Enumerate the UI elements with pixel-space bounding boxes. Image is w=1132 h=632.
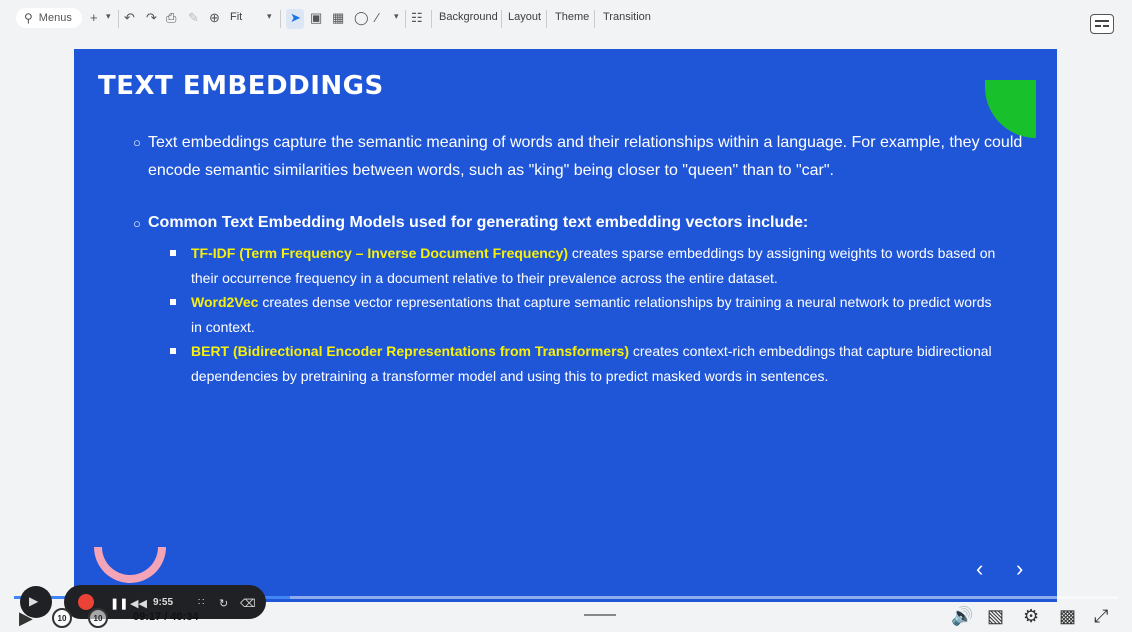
- playback-time: 09:17 / 40:34: [133, 611, 199, 623]
- toolbar-divider: [546, 10, 547, 28]
- redo-icon[interactable]: ↷: [146, 10, 157, 26]
- list-item-text: creates dense vector representations tha…: [191, 294, 992, 335]
- toolbar-divider: [431, 10, 432, 28]
- video-camera-icon: ▶: [29, 594, 39, 608]
- picture-in-picture-icon[interactable]: ▩: [1059, 606, 1076, 627]
- trash-icon[interactable]: ⌫: [240, 597, 256, 610]
- intro-paragraph: ○ Text embeddings capture the semantic m…: [133, 129, 1028, 185]
- undo-icon[interactable]: ↶: [124, 10, 135, 26]
- captions-icon[interactable]: [1090, 14, 1114, 34]
- slide-canvas[interactable]: TEXT EMBEDDINGS ○ Text embeddings captur…: [74, 49, 1057, 602]
- background-button[interactable]: Background: [439, 11, 498, 23]
- list-item: TF-IDF (Term Frequency – Inverse Documen…: [170, 241, 1001, 291]
- new-slide-dropdown-icon[interactable]: ▾: [106, 11, 111, 22]
- fullscreen-icon[interactable]: ⤢: [1094, 606, 1108, 627]
- line-icon[interactable]: ∕: [376, 10, 378, 25]
- toolbar-divider: [405, 10, 406, 28]
- settings-gear-icon[interactable]: ⚙: [1023, 606, 1039, 627]
- toolbar-divider: [501, 10, 502, 28]
- menu-search-label: Menus: [38, 12, 72, 24]
- drag-handle[interactable]: [584, 614, 616, 616]
- theme-button[interactable]: Theme: [555, 11, 589, 23]
- line-dropdown-icon[interactable]: ▾: [394, 11, 399, 22]
- layout-button[interactable]: Layout: [508, 11, 541, 23]
- models-heading-text: Common Text Embedding Models used for ge…: [148, 214, 809, 231]
- skip-back-icon[interactable]: 10: [52, 608, 72, 628]
- toolbar-divider: [280, 10, 281, 28]
- slide-title: TEXT EMBEDDINGS: [98, 71, 384, 101]
- image-icon[interactable]: ▦: [332, 10, 344, 26]
- zoom-dropdown-icon[interactable]: ▾: [267, 11, 272, 22]
- transition-button[interactable]: Transition: [603, 11, 651, 23]
- editor-toolbar: ⚲ Menus + ▾ ↶ ↷ ⎙ ✎ ⊕ Fit ▾ ➤ ▣ ▦ ◯ ∕ ▾ …: [0, 0, 1132, 38]
- comment-icon[interactable]: ☷: [411, 10, 423, 26]
- select-cursor-icon[interactable]: ➤: [290, 10, 301, 26]
- list-item: BERT (Bidirectional Encoder Representati…: [170, 339, 1001, 389]
- pause-icon[interactable]: ❚❚: [110, 597, 128, 610]
- restart-icon[interactable]: ↻: [219, 597, 228, 610]
- menu-search[interactable]: ⚲ Menus: [16, 8, 82, 28]
- zoom-icon[interactable]: ⊕: [209, 10, 220, 26]
- list-item-term: BERT (Bidirectional Encoder Representati…: [191, 343, 629, 359]
- pink-arc-decoration: [94, 547, 166, 583]
- search-icon: ⚲: [24, 11, 33, 25]
- list-item: Word2Vec creates dense vector representa…: [170, 290, 1001, 340]
- square-bullet-icon: [170, 250, 176, 256]
- next-slide-icon[interactable]: ›: [1016, 556, 1023, 582]
- models-heading: ○ Common Text Embedding Models used for …: [133, 214, 809, 232]
- rewind-icon[interactable]: ◀◀: [130, 597, 147, 610]
- toolbar-divider: [594, 10, 595, 28]
- square-bullet-icon: [170, 299, 176, 305]
- hollow-bullet-icon: ○: [133, 216, 141, 231]
- record-button[interactable]: [78, 594, 94, 610]
- grid-icon[interactable]: ∷: [198, 597, 204, 608]
- paint-format-icon[interactable]: ✎: [188, 10, 199, 26]
- captions-off-icon[interactable]: ▧: [987, 606, 1004, 627]
- text-box-icon[interactable]: ▣: [310, 10, 322, 26]
- square-bullet-icon: [170, 348, 176, 354]
- previous-slide-icon[interactable]: ‹: [976, 556, 983, 582]
- shape-icon[interactable]: ◯: [354, 10, 369, 26]
- zoom-select[interactable]: Fit: [230, 11, 242, 23]
- list-item-term: TF-IDF (Term Frequency – Inverse Documen…: [191, 245, 569, 261]
- toolbar-divider: [118, 10, 119, 28]
- skip-forward-icon[interactable]: 10: [88, 608, 108, 628]
- play-icon[interactable]: ▶: [19, 608, 33, 629]
- intro-paragraph-text: Text embeddings capture the semantic mea…: [148, 134, 1023, 179]
- new-slide-icon[interactable]: +: [90, 10, 98, 25]
- list-item-term: Word2Vec: [191, 294, 259, 310]
- recording-time: 9:55: [153, 597, 174, 608]
- print-icon[interactable]: ⎙: [166, 10, 176, 26]
- volume-icon[interactable]: 🔊: [951, 606, 973, 627]
- hollow-bullet-icon: ○: [133, 135, 141, 150]
